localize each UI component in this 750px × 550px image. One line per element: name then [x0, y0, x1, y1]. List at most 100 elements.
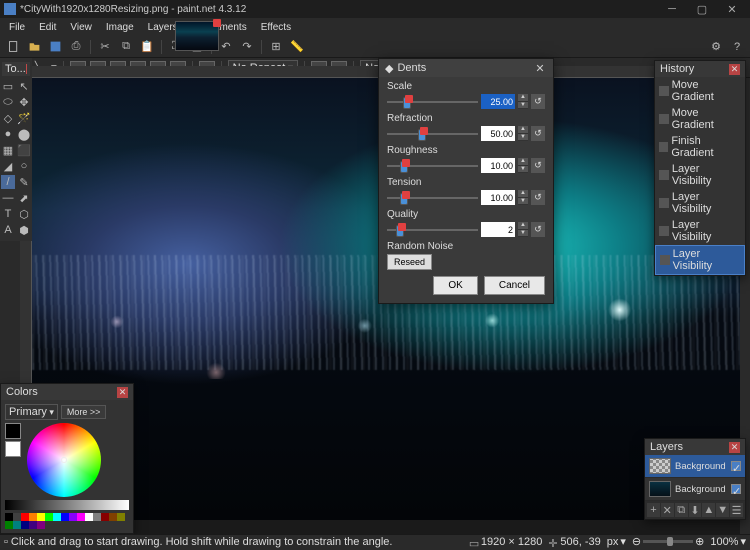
settings-icon[interactable]: ⚙ — [707, 38, 725, 56]
value-input[interactable]: 25.00 — [481, 94, 515, 109]
tool-icon[interactable]: ⬤ — [17, 127, 31, 141]
close-icon[interactable]: ✕ — [533, 61, 547, 75]
tool-icon[interactable]: A — [1, 223, 15, 237]
delete-layer-icon[interactable]: ✕ — [661, 503, 674, 517]
move-up-icon[interactable]: ▲ — [702, 503, 715, 517]
paste-icon[interactable]: 📋 — [138, 38, 156, 56]
palette-swatch[interactable] — [29, 513, 37, 521]
tool-icon[interactable]: 🪄 — [17, 111, 31, 125]
palette-swatch[interactable] — [5, 521, 13, 529]
palette-swatch[interactable] — [45, 513, 53, 521]
properties-icon[interactable]: ☰ — [730, 503, 743, 517]
close-button[interactable]: ✕ — [718, 1, 746, 17]
history-item[interactable]: Layer Visibility — [655, 245, 745, 275]
color-wheel[interactable] — [27, 423, 101, 497]
tool-icon[interactable]: ⬡ — [17, 207, 31, 221]
layer-row[interactable]: Background✓ — [645, 455, 745, 478]
close-icon[interactable]: ✕ — [729, 442, 740, 453]
reset-icon[interactable]: ↺ — [531, 190, 545, 205]
print-icon[interactable]: ⎙ — [67, 38, 85, 56]
spinner[interactable]: ▲▼ — [518, 190, 528, 205]
history-item[interactable]: Layer Visibility — [655, 217, 745, 245]
history-item[interactable]: Layer Visibility — [655, 189, 745, 217]
unit-select[interactable]: px — [607, 536, 619, 548]
palette-swatch[interactable] — [117, 513, 125, 521]
palette-swatch[interactable] — [77, 513, 85, 521]
add-layer-icon[interactable]: + — [647, 503, 660, 517]
maximize-button[interactable]: ▢ — [688, 1, 716, 17]
value-input[interactable]: 2 — [481, 222, 515, 237]
value-slider[interactable] — [5, 500, 129, 510]
tool-icon[interactable]: — — [1, 191, 15, 205]
move-down-icon[interactable]: ▼ — [716, 503, 729, 517]
undo-icon[interactable]: ↶ — [217, 38, 235, 56]
history-item[interactable]: Layer Visibility — [655, 161, 745, 189]
slider[interactable] — [387, 223, 478, 237]
tool-icon[interactable]: ▦ — [1, 143, 15, 157]
zoom-slider[interactable] — [643, 540, 693, 543]
save-icon[interactable] — [46, 38, 64, 56]
tool-icon[interactable]: ◇ — [1, 111, 15, 125]
palette-swatch[interactable] — [5, 513, 13, 521]
history-item[interactable]: Finish Gradient — [655, 133, 745, 161]
menu-image[interactable]: Image — [99, 20, 141, 35]
spinner[interactable]: ▲▼ — [518, 94, 528, 109]
palette-swatch[interactable] — [37, 513, 45, 521]
new-icon[interactable] — [4, 38, 22, 56]
grid-icon[interactable]: ⊞ — [267, 38, 285, 56]
palette-swatch[interactable] — [13, 521, 21, 529]
menu-file[interactable]: File — [2, 20, 32, 35]
tool-icon[interactable]: ↖ — [17, 79, 31, 93]
secondary-swatch[interactable] — [5, 441, 21, 457]
spinner[interactable]: ▲▼ — [518, 126, 528, 141]
palette-swatch[interactable] — [85, 513, 93, 521]
redo-icon[interactable]: ↷ — [238, 38, 256, 56]
slider[interactable] — [387, 159, 478, 173]
tool-icon[interactable]: ⬢ — [17, 223, 31, 237]
history-item[interactable]: Move Gradient — [655, 77, 745, 105]
layer-row[interactable]: Background✓ — [645, 478, 745, 501]
palette-swatch[interactable] — [13, 513, 21, 521]
close-icon[interactable]: ✕ — [729, 64, 740, 75]
palette-swatch[interactable] — [61, 513, 69, 521]
help-icon[interactable]: ? — [728, 38, 746, 56]
tool-icon[interactable]: ⬈ — [17, 191, 31, 205]
tool-icon[interactable]: ◢ — [1, 159, 15, 173]
color-palette[interactable] — [5, 513, 129, 529]
ok-button[interactable]: OK — [433, 276, 477, 295]
palette-swatch[interactable] — [69, 513, 77, 521]
palette-swatch[interactable] — [101, 513, 109, 521]
cut-icon[interactable]: ✂ — [96, 38, 114, 56]
close-icon[interactable] — [26, 64, 27, 74]
history-item[interactable]: Move Gradient — [655, 105, 745, 133]
more-button[interactable]: More >> — [61, 405, 107, 419]
tool-icon[interactable]: ⬛ — [17, 143, 31, 157]
open-icon[interactable] — [25, 38, 43, 56]
duplicate-layer-icon[interactable]: ⧉ — [675, 503, 688, 517]
reset-icon[interactable]: ↺ — [531, 94, 545, 109]
menu-edit[interactable]: Edit — [32, 20, 63, 35]
palette-swatch[interactable] — [21, 521, 29, 529]
palette-swatch[interactable] — [29, 521, 37, 529]
spinner[interactable]: ▲▼ — [518, 222, 528, 237]
copy-icon[interactable]: ⧉ — [117, 38, 135, 56]
tool-icon[interactable]: ✎ — [17, 175, 31, 189]
tool-icon[interactable]: T — [1, 207, 15, 221]
palette-swatch[interactable] — [109, 513, 117, 521]
tool-icon[interactable]: ⬭ — [1, 95, 15, 109]
value-input[interactable]: 10.00 — [481, 190, 515, 205]
visibility-checkbox[interactable]: ✓ — [731, 484, 741, 494]
tool-icon[interactable]: / — [1, 175, 15, 189]
slider[interactable] — [387, 127, 478, 141]
palette-swatch[interactable] — [93, 513, 101, 521]
document-thumb[interactable] — [175, 21, 219, 51]
reset-icon[interactable]: ↺ — [531, 126, 545, 141]
tool-icon[interactable]: ○ — [17, 159, 31, 173]
close-icon[interactable]: ✕ — [117, 387, 128, 398]
cancel-button[interactable]: Cancel — [484, 276, 545, 295]
slider[interactable] — [387, 95, 478, 109]
reset-icon[interactable]: ↺ — [531, 158, 545, 173]
value-input[interactable]: 50.00 — [481, 126, 515, 141]
reset-icon[interactable]: ↺ — [531, 222, 545, 237]
minimize-button[interactable]: ─ — [658, 1, 686, 17]
